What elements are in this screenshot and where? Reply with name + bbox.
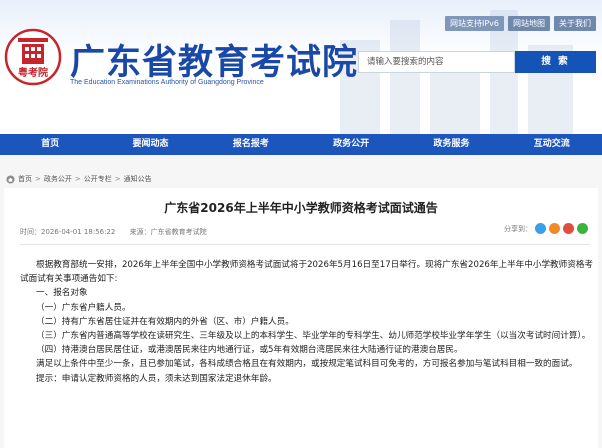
nav-item-news[interactable]: 要闻动态 [100, 134, 200, 155]
section-heading: 一、报名对象 [36, 288, 88, 299]
ipv6-link[interactable]: 网站支持IPv6 [444, 16, 504, 31]
top-links: 网站支持IPv6 网站地图 关于我们 [444, 16, 596, 31]
breadcrumb-notices[interactable]: 通知公告 [124, 174, 152, 184]
eligibility-item: （二）持有广东省居住证并在有效期内的外省（区、市）户籍人员。 [36, 316, 294, 327]
site-title: 广东省教育考试院 [70, 42, 359, 83]
nav-item-public-affairs[interactable]: 政务公开 [301, 134, 401, 155]
paragraph-tip: 提示：申请认定教师资格的人员，须未达到国家法定退休年龄。 [36, 373, 277, 384]
article-card: 广东省2026年上半年中小学教师资格考试面试通告 时间：2026-04-01 1… [4, 188, 598, 448]
article-body: 根据教育部统一安排，2026年上半年全国中小学教师资格考试面试将于2026年5月… [20, 258, 595, 386]
breadcrumb-separator: > [35, 175, 41, 183]
paragraph-intro: 根据教育部统一安排，2026年上半年全国中小学教师资格考试面试将于2026年5月… [20, 260, 594, 285]
nav-item-registration[interactable]: 报名报考 [201, 134, 301, 155]
share-weibo-red-icon[interactable] [563, 223, 574, 234]
site-header: 网站支持IPv6 网站地图 关于我们 粤考院 广东省教育考试院 The Educ… [0, 0, 602, 134]
about-us-link[interactable]: 关于我们 [554, 16, 596, 31]
share-weibo-icon[interactable] [535, 223, 546, 234]
breadcrumb-home[interactable]: 首页 [18, 174, 32, 184]
share-wechat-icon[interactable] [577, 223, 588, 234]
breadcrumb-separator: > [74, 175, 81, 183]
breadcrumb-public-affairs[interactable]: 政务公开 [44, 174, 72, 184]
site-logo[interactable]: 粤考院 [4, 28, 62, 86]
sitemap-link[interactable]: 网站地图 [508, 16, 550, 31]
publish-time: 时间：2026-04-01 18:56:22 [20, 228, 116, 236]
nav-item-services[interactable]: 政务服务 [401, 134, 501, 155]
share-qzone-icon[interactable] [549, 223, 560, 234]
logo-text: 粤考院 [18, 66, 48, 79]
breadcrumb-special-column[interactable]: 公开专栏 [84, 174, 112, 184]
nav-item-home[interactable]: 首页 [0, 134, 100, 155]
divider [20, 244, 590, 245]
main-nav: 首页 要闻动态 报名报考 政务公开 政务服务 互动交流 [0, 134, 602, 155]
eligibility-item: （三）广东省内普通高等学校在读研究生、三年级及以上的本科学生、毕业学年的专科学生… [36, 331, 591, 342]
share-label: 分享到： [504, 224, 532, 233]
breadcrumb: 首页 > 政务公开 > 公开专栏 > 通知公告 [6, 174, 152, 184]
nav-item-interaction[interactable]: 互动交流 [502, 134, 602, 155]
search-input[interactable]: 请输入要搜索的内容 [358, 51, 515, 73]
site-subtitle: The Education Examinations Authority of … [70, 79, 264, 86]
share-bar: 分享到： [504, 223, 588, 234]
article-source: 来源：广东省教育考试院 [129, 228, 207, 236]
eligibility-item: （一）广东省户籍人员。 [36, 302, 131, 313]
search-button[interactable]: 搜 索 [515, 51, 596, 73]
breadcrumb-separator: > [114, 175, 121, 183]
eligibility-item: （四）持港澳台居民居住证，或港澳居民来往内地通行证，或5年有效期台湾居民来往大陆… [36, 345, 463, 356]
home-icon [6, 174, 15, 184]
article-meta: 时间：2026-04-01 18:56:22 来源：广东省教育考试院 [20, 227, 219, 237]
paragraph-condition: 满足以上条件中至少一条，且已参加笔试，各科成绩合格且在有效期内，或按规定笔试科目… [36, 359, 578, 370]
article-title: 广东省2026年上半年中小学教师资格考试面试通告 [164, 201, 438, 215]
